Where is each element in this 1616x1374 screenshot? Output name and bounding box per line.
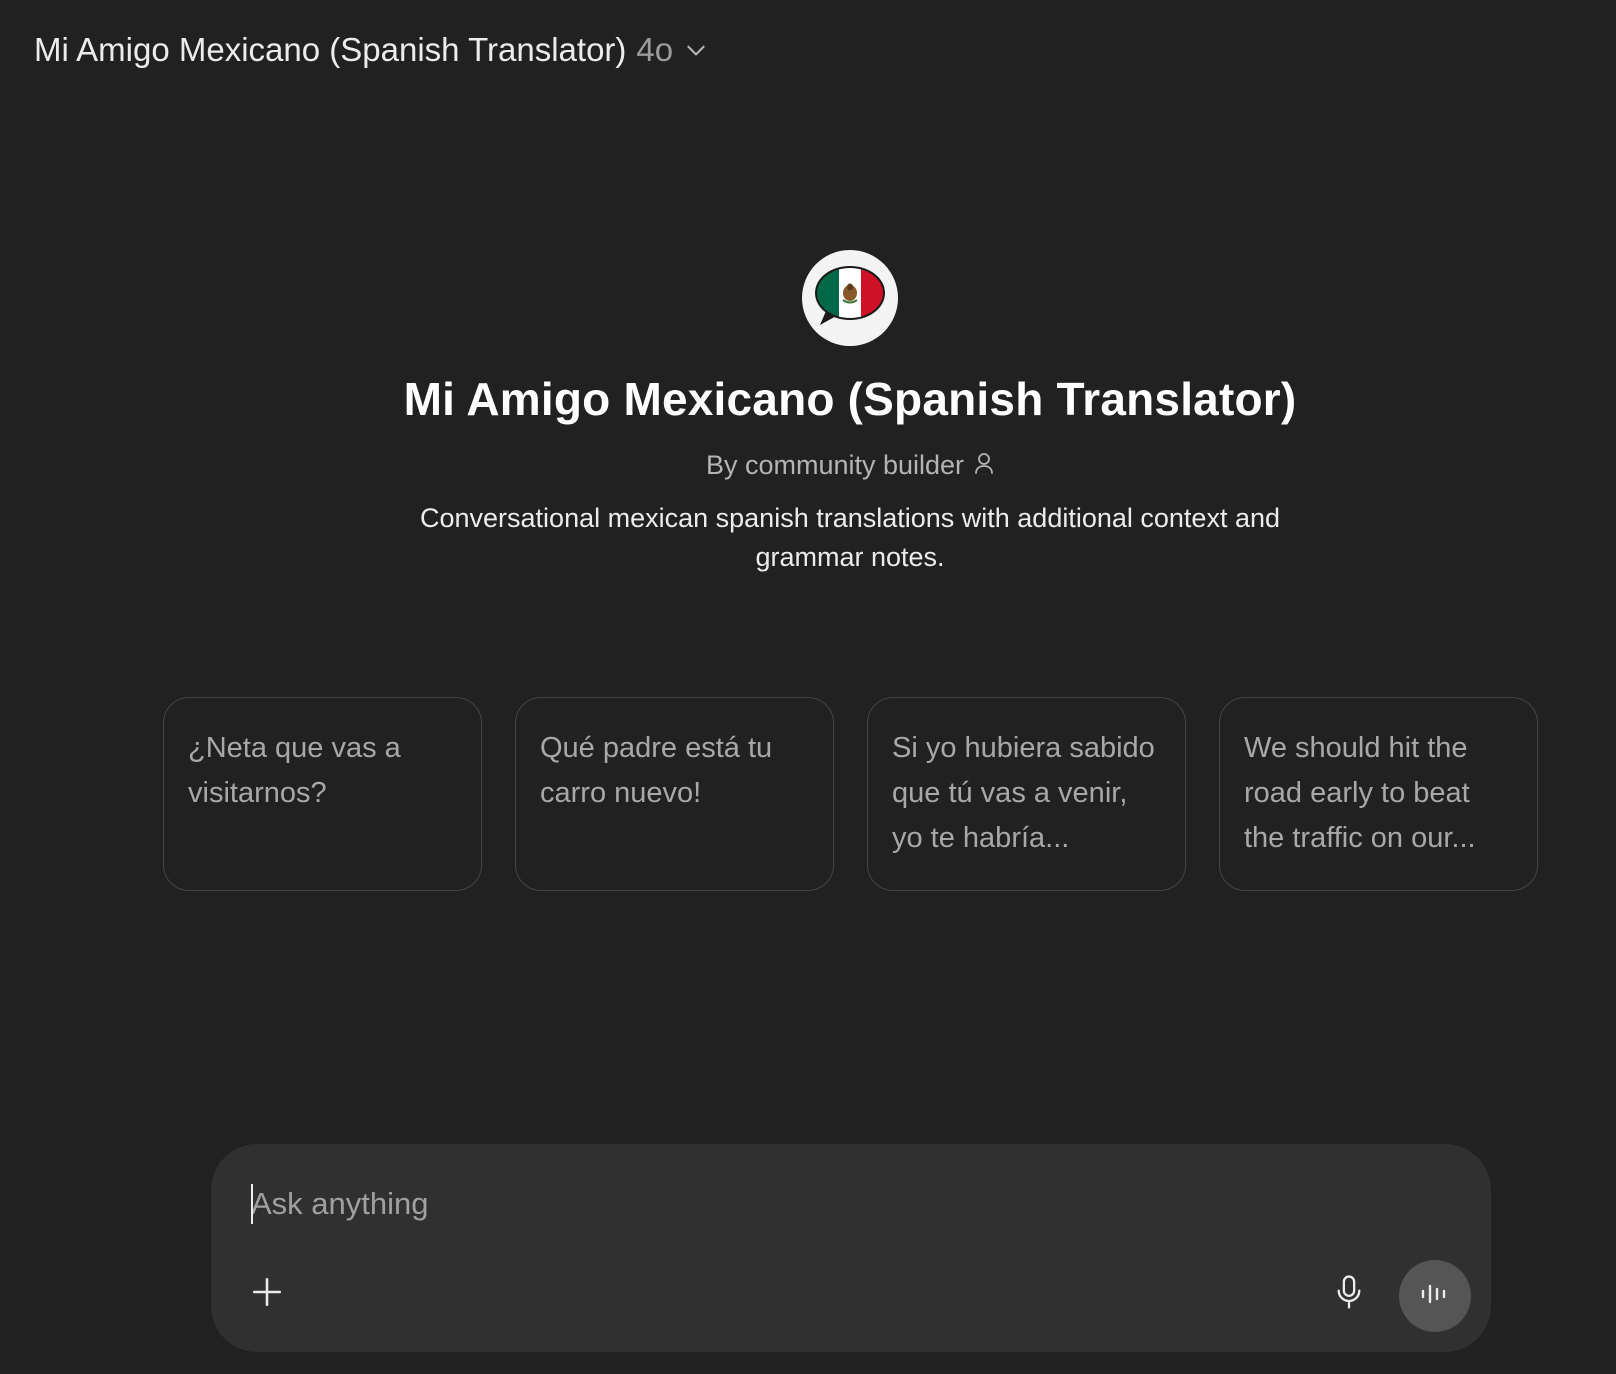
suggestion-text: Si yo hubiera sabido que tú vas a venir,… <box>892 732 1155 854</box>
gpt-description: Conversational mexican spanish translati… <box>420 503 1280 572</box>
model-name: 4o <box>636 31 674 68</box>
gpt-model-selector[interactable]: Mi Amigo Mexicano (Spanish Translator) 4… <box>20 22 723 78</box>
suggestion-card[interactable]: Si yo hubiera sabido que tú vas a venir,… <box>867 697 1186 891</box>
add-attachment-button[interactable] <box>239 1266 295 1322</box>
text-caret <box>251 1184 253 1224</box>
message-composer <box>211 1144 1491 1352</box>
gpt-avatar <box>802 250 898 346</box>
suggestion-card[interactable]: We should hit the road early to beat the… <box>1219 697 1538 891</box>
dictate-button[interactable] <box>1321 1266 1377 1322</box>
suggestion-text: Qué padre está tu carro nuevo! <box>540 732 773 809</box>
gpt-title: Mi Amigo Mexicano (Spanish Translator) <box>403 373 1297 425</box>
mexico-flag-speech-bubble-icon <box>812 263 888 334</box>
plus-icon <box>250 1275 284 1314</box>
page: Mi Amigo Mexicano (Spanish Translator) 4… <box>0 0 1616 1374</box>
byline-text: By community builder <box>705 450 965 480</box>
person-icon <box>974 450 994 481</box>
suggestion-card[interactable]: Qué padre está tu carro nuevo! <box>515 697 834 891</box>
prompt-input[interactable] <box>251 1180 1351 1228</box>
gpt-intro: Mi Amigo Mexicano (Spanish Translator) B… <box>0 250 1616 577</box>
microphone-icon <box>1333 1274 1365 1315</box>
voice-mode-icon <box>1420 1281 1450 1312</box>
chevron-down-icon <box>683 37 709 63</box>
gpt-byline: By community builder <box>706 450 994 481</box>
voice-mode-button[interactable] <box>1399 1260 1471 1332</box>
suggestion-text: We should hit the road early to beat the… <box>1244 732 1476 854</box>
suggestion-card[interactable]: ¿Neta que vas a visitarnos? <box>163 697 482 891</box>
suggestion-text: ¿Neta que vas a visitarnos? <box>188 732 401 809</box>
header-title: Mi Amigo Mexicano (Spanish Translator) <box>34 31 627 68</box>
suggestion-cards: ¿Neta que vas a visitarnos? Qué padre es… <box>163 697 1538 891</box>
